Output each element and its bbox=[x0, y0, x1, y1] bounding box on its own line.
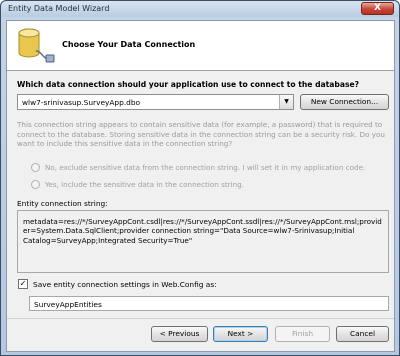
wizard-header: Choose Your Data Connection bbox=[7, 21, 394, 71]
window-title: Entity Data Model Wizard bbox=[8, 4, 110, 13]
connection-select[interactable]: wlw7-srinivasup.SurveyApp.dbo ▼ bbox=[17, 94, 294, 110]
connection-selected-value: wlw7-srinivasup.SurveyApp.dbo bbox=[22, 98, 141, 107]
wizard-window: Entity Data Model Wizard X Choose Your D… bbox=[0, 0, 400, 356]
entity-connection-textbox[interactable]: metadata=res://*/SurveyAppCont.csdl|res:… bbox=[17, 210, 389, 273]
new-connection-button[interactable]: New Connection... bbox=[300, 94, 389, 110]
checkmark-icon: ✓ bbox=[19, 279, 27, 288]
close-icon: X bbox=[374, 3, 381, 13]
save-settings-checkbox[interactable]: ✓ bbox=[18, 279, 28, 289]
cancel-button[interactable]: Cancel bbox=[336, 326, 389, 342]
radio-button[interactable] bbox=[31, 163, 40, 172]
entity-connection-label: Entity connection string: bbox=[17, 199, 108, 208]
chevron-down-icon[interactable]: ▼ bbox=[279, 95, 293, 109]
database-connection-icon bbox=[18, 28, 55, 63]
radio-exclude-label: No, exclude sensitive data from the conn… bbox=[45, 163, 366, 172]
entities-name-value: SurveyAppEntities bbox=[34, 300, 102, 309]
footer-divider bbox=[7, 318, 394, 319]
radio-button[interactable] bbox=[31, 180, 40, 189]
radio-include-label: Yes, include the sensitive data in the c… bbox=[45, 180, 245, 189]
previous-button[interactable]: < Previous bbox=[151, 326, 208, 342]
title-bar[interactable]: Entity Data Model Wizard X bbox=[1, 1, 399, 17]
entities-name-input[interactable]: SurveyAppEntities bbox=[29, 296, 389, 311]
close-button[interactable]: X bbox=[361, 2, 394, 15]
save-settings-label: Save entity connection settings in Web.C… bbox=[33, 280, 217, 289]
connection-question: Which data connection should your applic… bbox=[17, 80, 360, 89]
next-button[interactable]: Next > bbox=[213, 326, 268, 342]
wizard-client-area: Choose Your Data Connection Which data c… bbox=[6, 20, 395, 352]
page-title: Choose Your Data Connection bbox=[62, 40, 196, 49]
finish-button[interactable]: Finish bbox=[275, 326, 330, 342]
sensitive-data-notice: This connection string appears to contai… bbox=[17, 120, 385, 149]
entity-connection-value: metadata=res://*/SurveyAppCont.csdl|res:… bbox=[23, 217, 382, 245]
